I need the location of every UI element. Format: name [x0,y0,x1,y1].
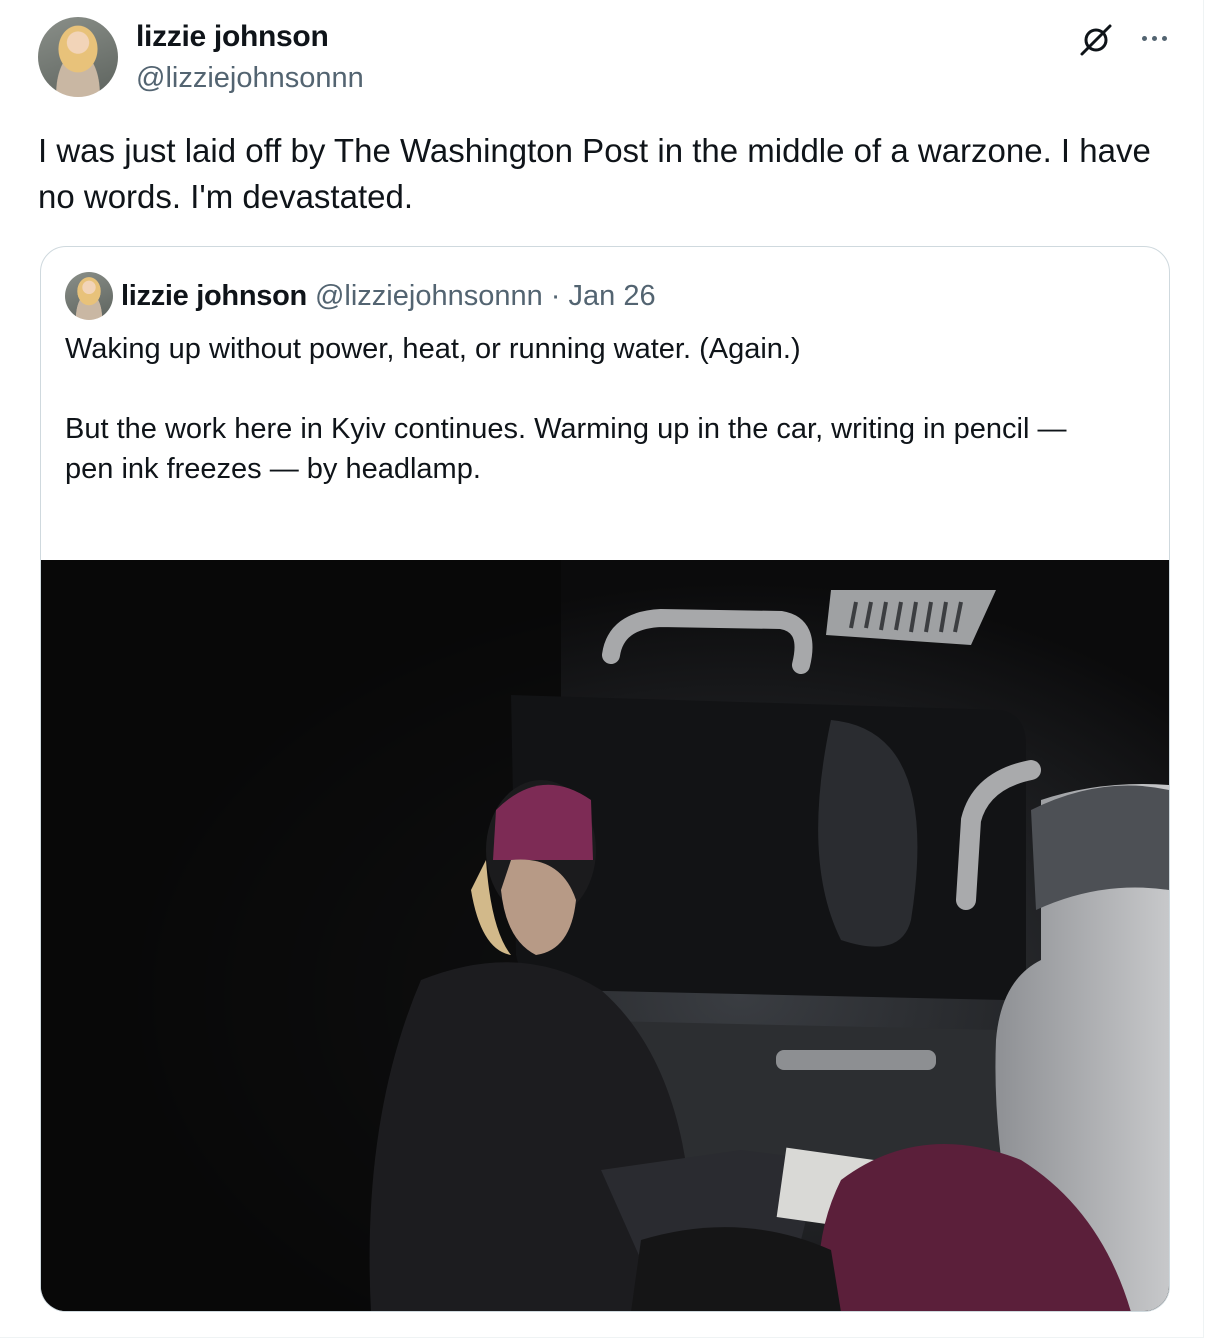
quoted-tweet-date[interactable]: Jan 26 [569,280,656,312]
quoted-text-line: pen ink freezes — by headlamp. [65,453,481,485]
quoted-text-line: Waking up without power, heat, or runnin… [65,333,801,365]
quoted-tweet-photo[interactable] [41,560,1169,1311]
quoted-tweet[interactable]: lizzie johnson @lizziejohnsonnn · Jan 26… [40,246,1170,1312]
quoted-author-handle[interactable]: @lizziejohnsonnn [315,280,543,312]
quoted-text-line: But the work here in Kyiv continues. War… [65,413,1067,445]
photo-illustration [41,560,1169,1311]
header-separator: · [550,280,561,312]
author-handle[interactable]: @lizziejohnsonnn [136,62,364,95]
author-avatar[interactable] [38,17,118,97]
quoted-author-avatar[interactable] [65,272,113,320]
grok-icon[interactable] [1078,22,1114,58]
quoted-author-name[interactable]: lizzie johnson [121,280,307,312]
more-icon[interactable] [1136,24,1172,52]
quoted-tweet-text: Waking up without power, heat, or runnin… [65,329,1145,489]
quoted-text-line [65,369,1145,409]
tweet-card[interactable]: lizzie johnson @lizziejohnsonnn I was ju… [0,0,1204,1338]
quoted-tweet-header: lizzie johnson @lizziejohnsonnn · Jan 26 [121,280,656,313]
author-name[interactable]: lizzie johnson [136,20,329,54]
tweet-text: I was just laid off by The Washington Po… [38,132,1151,215]
